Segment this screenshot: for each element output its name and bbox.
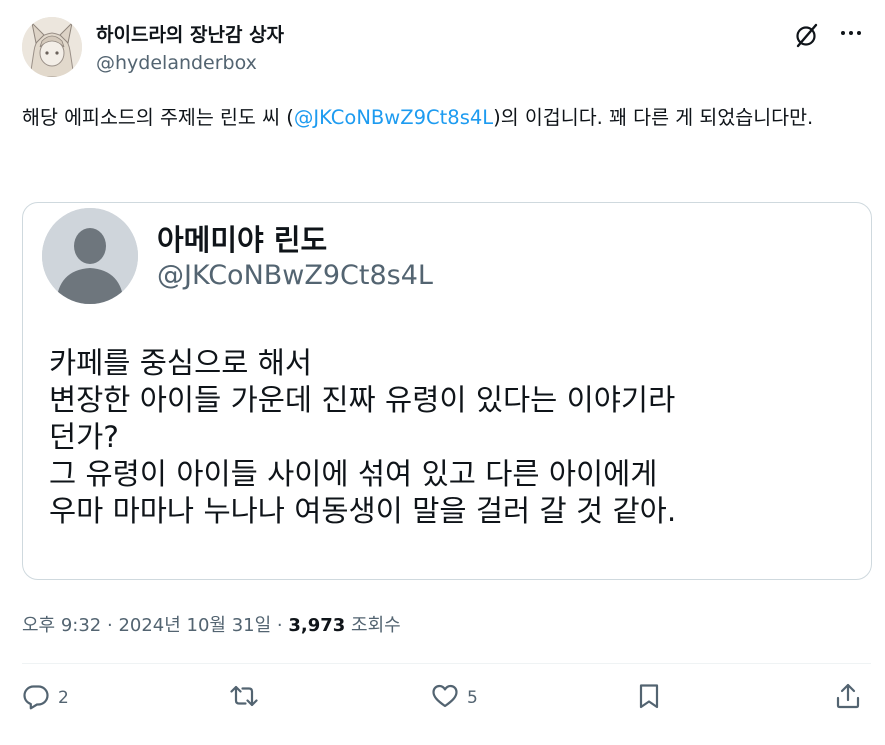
view-label: 조회수 — [345, 615, 401, 636]
meta-separator: · — [271, 615, 289, 636]
tweet-date[interactable]: 2024년 10월 31일 — [118, 615, 271, 636]
tweet-time[interactable]: 오후 9:32 — [22, 615, 101, 636]
view-count: 3,973 — [288, 615, 346, 636]
tweet-header: 하이드라의 장난감 상자 @hydelanderbox — [22, 17, 865, 81]
divider — [22, 663, 871, 664]
author-avatar[interactable] — [22, 17, 82, 77]
share-icon — [834, 682, 862, 714]
quoted-tweet-card[interactable]: 아메미야 린도 @JKCoNBwZ9Ct8s4L 카페를 중심으로 해서 변장한… — [22, 202, 872, 580]
like-icon — [431, 682, 459, 714]
tweet-text-before: 해당 에피소드의 주제는 린도 씨 ( — [22, 106, 294, 129]
action-bar: 2 5 — [22, 678, 872, 718]
quoted-author-handle[interactable]: @JKCoNBwZ9Ct8s4L — [157, 260, 433, 291]
quoted-author-avatar[interactable] — [42, 208, 138, 304]
bookmark-icon — [635, 682, 663, 714]
share-button[interactable] — [834, 678, 862, 718]
author-name[interactable]: 하이드라의 장난감 상자 — [96, 20, 284, 47]
meta-separator: · — [101, 615, 119, 636]
retweet-button[interactable] — [230, 678, 258, 718]
quoted-text-line: 던가? — [49, 420, 119, 454]
like-count: 5 — [467, 688, 478, 708]
tweet-text-after: )의 이겁니다. 꽤 다른 게 되었습니다만. — [493, 106, 814, 129]
tweet-text: 해당 에피소드의 주제는 린도 씨 (@JKCoNBwZ9Ct8s4L)의 이겁… — [22, 101, 872, 135]
quoted-text-line: 그 유령이 아이들 사이에 섞여 있고 다른 아이에게 — [49, 457, 658, 491]
tweet-meta: 오후 9:32 · 2024년 10월 31일 · 3,973 조회수 — [22, 611, 401, 637]
quoted-tweet-text: 카페를 중심으로 해서 변장한 아이들 가운데 진짜 유령이 있다는 이야기라 … — [49, 345, 849, 530]
quoted-text-line: 변장한 아이들 가운데 진짜 유령이 있다는 이야기라 — [49, 383, 676, 417]
reply-count: 2 — [58, 688, 69, 708]
quoted-text-line: 우마 마마나 누나나 여동생이 말을 걸러 갈 것 같아. — [49, 494, 677, 528]
author-handle[interactable]: @hydelanderbox — [96, 52, 257, 74]
reply-button[interactable]: 2 — [22, 678, 69, 718]
like-button[interactable]: 5 — [431, 678, 478, 718]
grok-icon[interactable] — [793, 21, 821, 49]
quoted-author-name[interactable]: 아메미야 린도 — [157, 217, 327, 259]
mention-link[interactable]: @JKCoNBwZ9Ct8s4L — [294, 106, 493, 129]
more-icon[interactable] — [837, 19, 865, 47]
bookmark-button[interactable] — [635, 678, 663, 718]
retweet-icon — [230, 682, 258, 714]
quoted-text-line: 카페를 중심으로 해서 — [49, 346, 313, 380]
reply-icon — [22, 682, 50, 714]
